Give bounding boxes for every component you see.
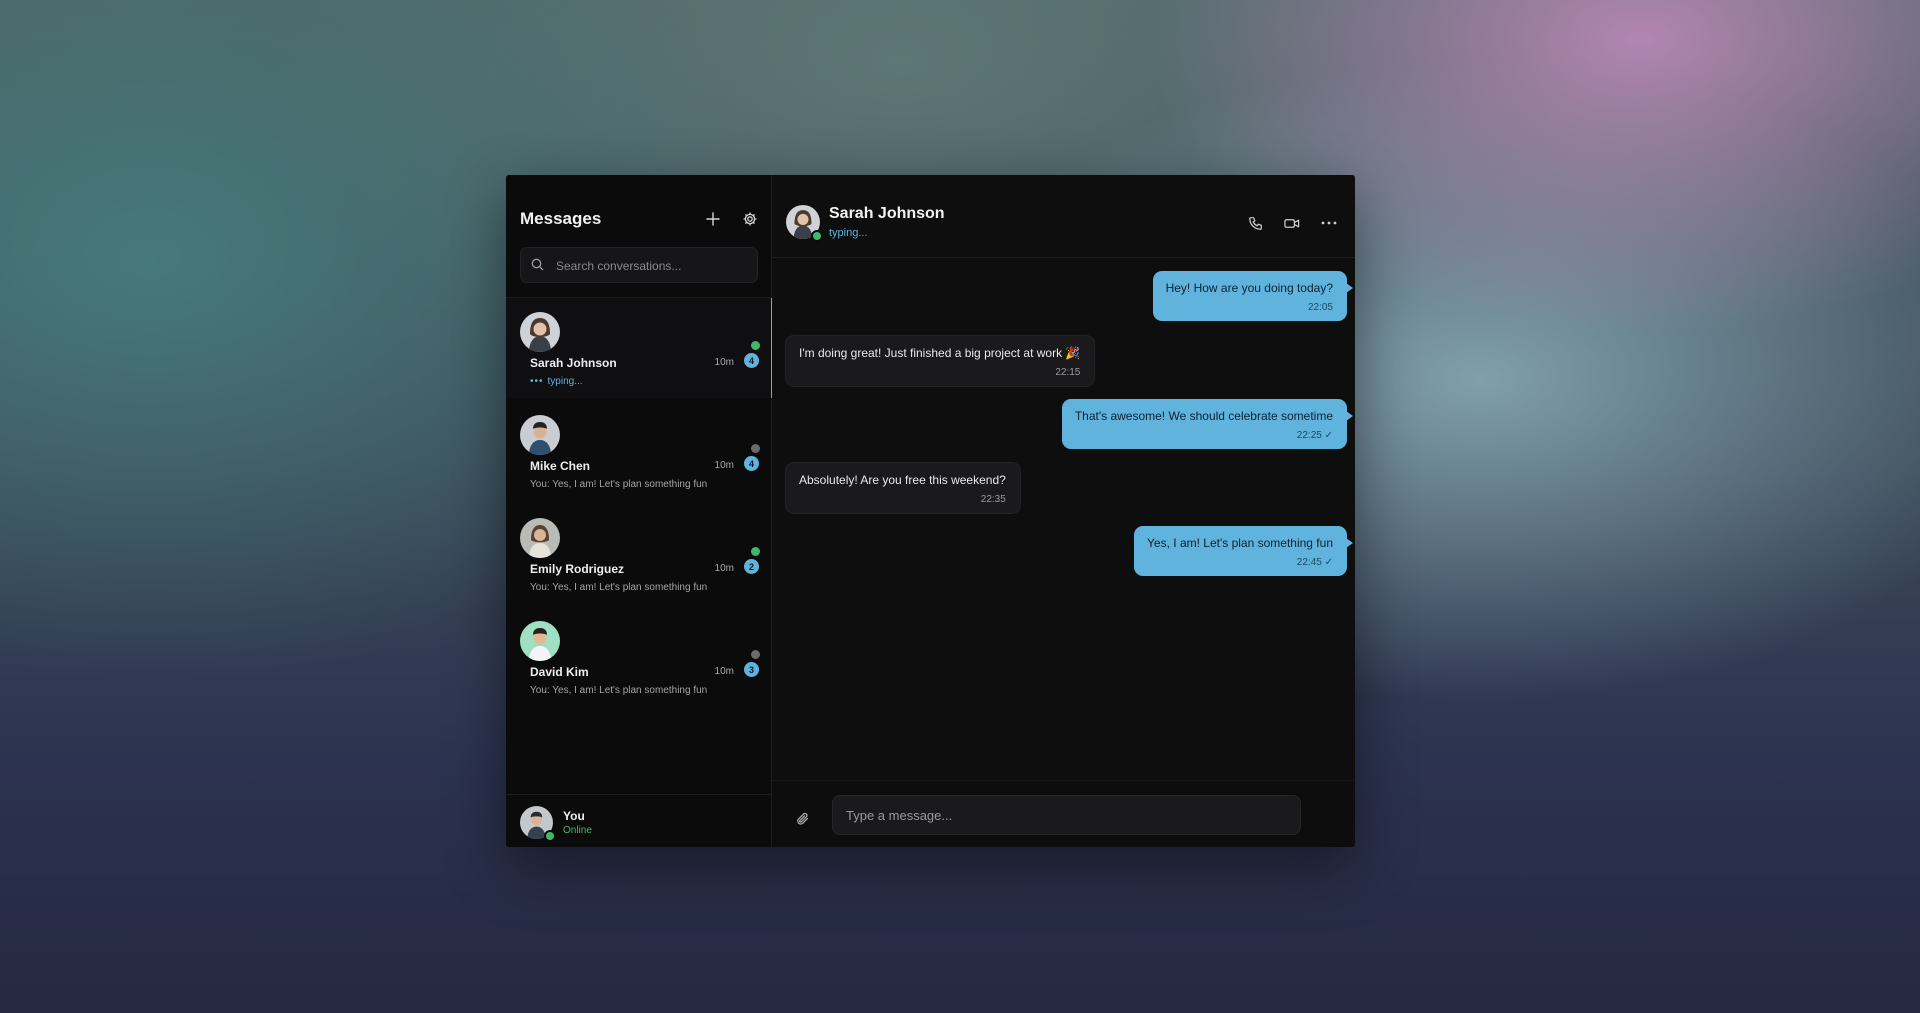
message-composer <box>772 780 1355 847</box>
conversation-preview: ••• typing... <box>530 376 583 387</box>
unread-badge: 3 <box>744 662 759 677</box>
message-time: 22:35 <box>980 494 1006 505</box>
video-icon <box>1284 218 1300 228</box>
chat-panel: Sarah Johnson typing... Hey! How are you… <box>772 175 1355 847</box>
message-text: Hey! How are you doing today? <box>1165 281 1333 295</box>
avatar <box>520 415 560 455</box>
plus-icon <box>706 212 720 226</box>
typing-dots-icon: ••• <box>530 376 544 387</box>
message-time: 22:05 <box>1307 302 1333 313</box>
conversation-preview: You: Yes, I am! Let's plan something fun <box>530 685 708 696</box>
call-button[interactable] <box>1244 212 1266 234</box>
message-text: Yes, I am! Let's plan something fun <box>1147 536 1333 550</box>
message-time: 22:15 <box>1055 367 1081 378</box>
message-text: Absolutely! Are you free this weekend? <box>799 473 1006 487</box>
online-indicator <box>811 230 823 242</box>
contact-name: Sarah Johnson <box>829 205 945 222</box>
message-time: 22:25 <box>1296 430 1322 441</box>
user-status: Online <box>563 825 592 836</box>
sidebar: Messages Sarah Johnson 1 <box>506 175 773 847</box>
user-name: You <box>563 809 585 823</box>
message-meta: 22:15 <box>799 367 1080 378</box>
conversation-item[interactable]: Emily Rodriguez 10m 2 You: Yes, I am! Le… <box>506 504 772 604</box>
offline-indicator <box>751 444 760 453</box>
conversation-item[interactable]: Mike Chen 10m 4 You: Yes, I am! Let's pl… <box>506 401 772 501</box>
message-meta: 22:45 ✓ <box>1147 557 1333 568</box>
message-bubble-incoming: Absolutely! Are you free this weekend? 2… <box>785 462 1021 514</box>
message-text: That's awesome! We should celebrate some… <box>1074 409 1333 423</box>
contact-status: typing... <box>829 227 868 239</box>
online-indicator <box>751 547 760 556</box>
message-time: 22:45 <box>1296 557 1322 568</box>
more-options-button[interactable] <box>1318 212 1340 234</box>
sidebar-header: Messages <box>506 175 771 233</box>
conversation-item[interactable]: David Kim 10m 3 You: Yes, I am! Let's pl… <box>506 607 772 707</box>
offline-indicator <box>751 650 760 659</box>
unread-badge: 4 <box>744 353 759 368</box>
conversation-time: 10m <box>714 563 734 574</box>
messenger-window: Messages Sarah Johnson 1 <box>506 175 1355 847</box>
attach-button[interactable] <box>792 808 814 830</box>
unread-badge: 4 <box>744 456 759 471</box>
sidebar-title: Messages <box>520 209 602 228</box>
search-icon <box>531 258 544 271</box>
conversation-name: Sarah Johnson <box>530 356 617 370</box>
gear-icon <box>743 212 757 226</box>
message-bubble-incoming: I'm doing great! Just finished a big pro… <box>785 335 1096 387</box>
more-icon <box>1321 221 1337 225</box>
conversation-name: Mike Chen <box>530 459 591 473</box>
conversation-time: 10m <box>714 460 734 471</box>
message-input[interactable] <box>832 795 1301 835</box>
message-meta: 22:05 <box>1166 302 1333 313</box>
conversation-preview: You: Yes, I am! Let's plan something fun <box>530 479 708 490</box>
video-call-button[interactable] <box>1281 212 1303 234</box>
avatar <box>520 518 560 558</box>
message-meta: 22:25 ✓ <box>1075 430 1333 441</box>
avatar <box>520 312 560 352</box>
check-icon: ✓ <box>1324 557 1333 568</box>
paperclip-icon <box>797 812 809 825</box>
current-user[interactable]: You Online <box>506 794 771 847</box>
avatar <box>520 621 560 661</box>
online-indicator <box>751 341 760 350</box>
conversation-item[interactable]: Sarah Johnson 10m 4 ••• typing... <box>506 298 773 398</box>
search-box <box>520 247 758 284</box>
unread-badge: 2 <box>744 559 759 574</box>
search-input[interactable] <box>554 248 753 284</box>
conversation-name: Emily Rodriguez <box>530 562 625 576</box>
phone-icon <box>1248 216 1262 230</box>
conversation-time: 10m <box>714 666 734 677</box>
conversation-preview: You: Yes, I am! Let's plan something fun <box>530 582 708 593</box>
chat-header: Sarah Johnson typing... <box>772 175 1355 258</box>
typing-text: typing... <box>547 376 583 387</box>
message-bubble-outgoing: That's awesome! We should celebrate some… <box>1061 399 1354 449</box>
settings-button[interactable] <box>739 208 761 230</box>
message-bubble-outgoing: Hey! How are you doing today? 22:05 <box>1152 271 1354 321</box>
online-indicator <box>544 830 556 842</box>
message-meta: 22:35 <box>799 494 1006 505</box>
conversation-name: David Kim <box>530 665 589 679</box>
message-bubble-outgoing: Yes, I am! Let's plan something fun 22:4… <box>1134 526 1353 576</box>
check-icon: ✓ <box>1324 430 1333 441</box>
conversation-time: 10m <box>714 357 734 368</box>
new-chat-button[interactable] <box>702 208 724 230</box>
message-text: I'm doing great! Just finished a big pro… <box>799 346 1081 360</box>
